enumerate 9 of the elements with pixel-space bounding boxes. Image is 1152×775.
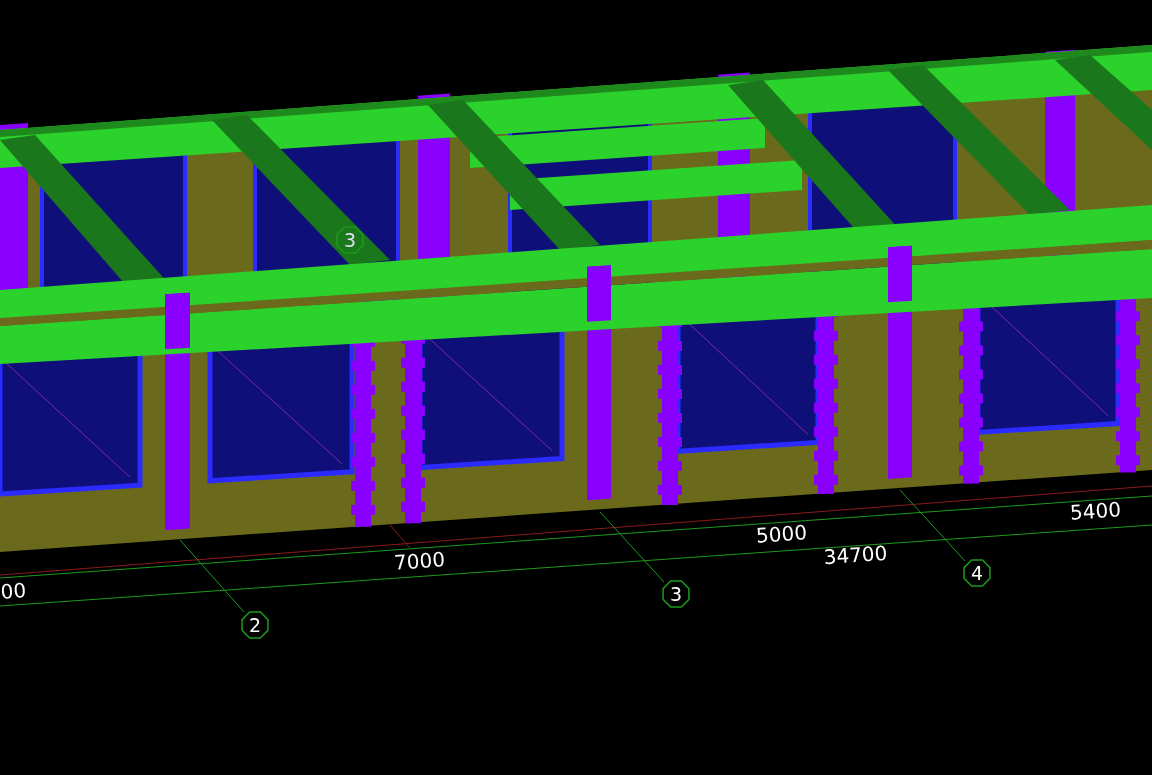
dimension-text: 34700 bbox=[822, 540, 889, 570]
dimension-text: 00 bbox=[0, 577, 28, 605]
dimension-text: 7000 bbox=[393, 547, 446, 575]
grid-axis-marker: 2 bbox=[241, 611, 269, 639]
dimension-text: 5000 bbox=[755, 520, 808, 548]
grid-axis-marker: 4 bbox=[963, 559, 991, 587]
grid-axis-marker: 3 bbox=[336, 226, 364, 254]
dimension-text: 5400 bbox=[1069, 497, 1122, 525]
grid-axis-marker: 3 bbox=[662, 580, 690, 608]
